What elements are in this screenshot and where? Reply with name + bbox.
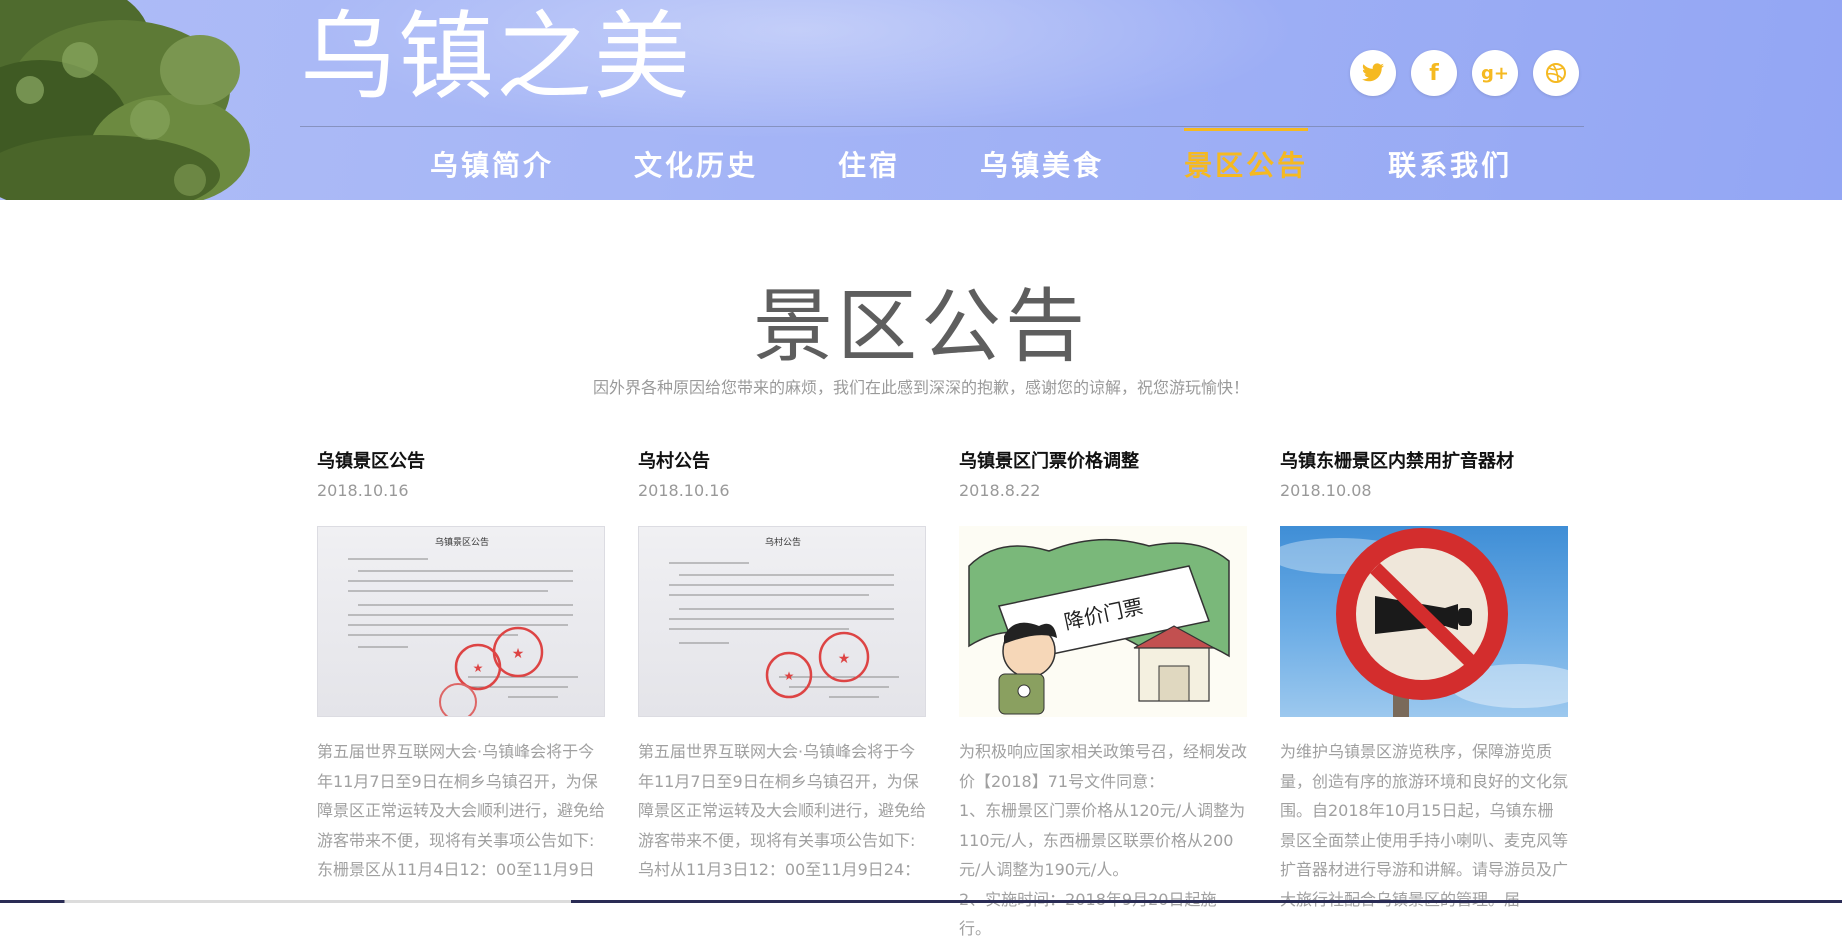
ticket-price-image[interactable]: 降价门票	[959, 526, 1247, 717]
nav-item-intro[interactable]: 乌镇简介	[390, 128, 594, 200]
twitter-icon[interactable]	[1350, 50, 1396, 96]
notice-card: 乌镇东栅景区内禁用扩音器材 2018.10.08 为维护乌镇景区游览秩序，保障游…	[1280, 448, 1568, 944]
nav-item-food[interactable]: 乌镇美食	[940, 128, 1144, 200]
notice-document-image[interactable]: 乌镇景区公告 ★ ★	[317, 526, 605, 717]
site-header: 乌镇之美 f g+ 乌镇简介 文化历史 住宿 乌镇美食 景区公告 联系我们	[0, 0, 1842, 200]
header-divider	[300, 126, 1584, 127]
nav-item-contact[interactable]: 联系我们	[1348, 128, 1552, 200]
card-text: 第五届世界互联网大会·乌镇峰会将于今年11月7日至9日在桐乡乌镇召开，为保障景区…	[317, 742, 606, 879]
facebook-icon[interactable]: f	[1411, 50, 1457, 96]
facebook-glyph: f	[1429, 60, 1439, 86]
svg-text:★: ★	[473, 661, 484, 675]
nav-item-lodging[interactable]: 住宿	[798, 128, 940, 200]
section-title: 景区公告	[753, 280, 1089, 373]
card-text: 为积极响应国家相关政策号召，经桐发改价【2018】71号文件同意： 1、东栅景区…	[959, 742, 1248, 938]
card-title[interactable]: 乌镇景区门票价格调整	[959, 448, 1247, 476]
google-plus-icon[interactable]: g+	[1472, 50, 1518, 96]
notice-card: 乌村公告 2018.10.16 乌村公告 ★ ★ 第五届世界互联网大会·乌镇峰会…	[638, 448, 926, 944]
image-heading: 乌村公告	[765, 536, 801, 548]
notice-card: 乌镇景区门票价格调整 2018.8.22 降价门票 为积极响应国家相关政策号召，…	[959, 448, 1247, 944]
notice-card: 乌镇景区公告 2018.10.16 乌镇景区公告 ★ ★ 第五届世界互联网大会·…	[317, 448, 605, 944]
card-title[interactable]: 乌村公告	[638, 448, 926, 476]
card-date: 2018.10.16	[317, 481, 409, 500]
image-heading: 乌镇景区公告	[435, 536, 489, 548]
card-title[interactable]: 乌镇景区公告	[317, 448, 605, 476]
site-title[interactable]: 乌镇之美	[300, 2, 692, 112]
main-nav: 乌镇简介 文化历史 住宿 乌镇美食 景区公告 联系我们	[390, 128, 1552, 200]
notice-document-image[interactable]: 乌村公告 ★ ★	[638, 526, 926, 717]
section-subtitle: 因外界各种原因给您带来的麻烦，我们在此感到深深的抱歉，感谢您的谅解，祝您游玩愉快…	[592, 378, 1249, 397]
nav-item-notices[interactable]: 景区公告	[1144, 128, 1348, 200]
card-text: 第五届世界互联网大会·乌镇峰会将于今年11月7日至9日在桐乡乌镇召开，为保障景区…	[638, 742, 927, 879]
card-date: 2018.10.16	[638, 481, 730, 500]
nav-item-history[interactable]: 文化历史	[594, 128, 798, 200]
card-date: 2018.10.08	[1280, 481, 1372, 500]
google-plus-glyph: g+	[1481, 62, 1509, 84]
notice-cards: 乌镇景区公告 2018.10.16 乌镇景区公告 ★ ★ 第五届世界互联网大会·…	[317, 448, 1568, 944]
card-date: 2018.8.22	[959, 481, 1041, 500]
svg-text:★: ★	[784, 669, 795, 683]
tree-image	[0, 0, 250, 200]
svg-text:★: ★	[512, 646, 525, 662]
svg-text:★: ★	[838, 651, 851, 667]
dribbble-icon[interactable]	[1533, 50, 1579, 96]
card-text: 为维护乌镇景区游览秩序，保障游览质量，创造有序的旅游环境和良好的文化氛围。自20…	[1280, 742, 1569, 909]
social-links: f g+	[1350, 50, 1579, 96]
no-horn-sign-image[interactable]	[1280, 526, 1568, 717]
card-title[interactable]: 乌镇东栅景区内禁用扩音器材	[1280, 448, 1568, 476]
